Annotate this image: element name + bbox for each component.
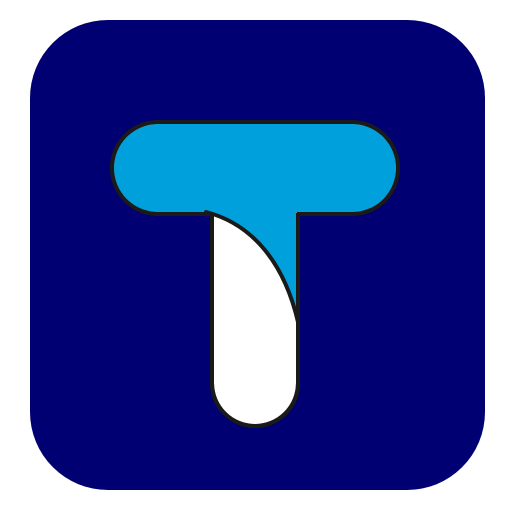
app-icon-canvas [0,0,512,512]
t-logo-app-icon[interactable] [0,0,512,512]
